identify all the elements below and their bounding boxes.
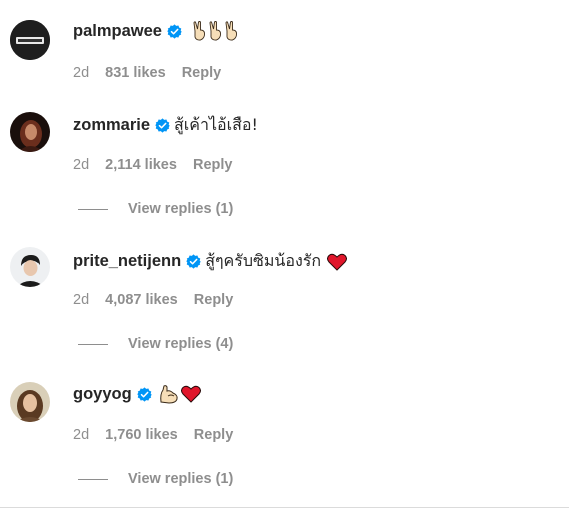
comment-text: สู้เค้าไอ้เสือ! [174,115,258,134]
reply-button[interactable]: Reply [194,427,234,443]
comment-meta: 2d 4,087 likes Reply [73,292,245,308]
comment-time: 2d [73,427,90,443]
likes-count[interactable]: 1,760 likes [105,427,178,443]
comment-time: 2d [73,292,90,308]
view-replies-line [78,478,108,480]
comment-meta: 2d 831 likes Reply [73,65,233,81]
view-replies-label: View replies (4) [128,336,234,352]
verified-badge-icon [137,386,152,402]
likes-count[interactable]: 831 likes [105,65,165,81]
red-heart-emoji-icon [180,385,201,403]
username[interactable]: palmpawee [73,22,162,41]
reply-button[interactable]: Reply [193,157,233,173]
reply-button[interactable]: Reply [194,292,234,308]
avatar[interactable] [10,20,50,60]
reply-button[interactable]: Reply [182,65,222,81]
victory-hand-emoji-icon [192,21,239,41]
avatar[interactable] [10,112,50,152]
comment-meta: 2d 1,760 likes Reply [73,427,245,443]
view-replies-line [78,208,108,210]
verified-badge-icon [155,118,170,133]
view-replies-button[interactable]: View replies (1) [78,201,233,217]
divider [0,507,569,508]
comment-time: 2d [73,157,90,173]
comment-header: prite_netijenn สู้ๆครับซิมน้องรัก [73,249,348,274]
comment-header: zommarie สู้เค้าไอ้เสือ! [73,113,258,138]
red-heart-emoji-icon [327,253,348,271]
likes-count[interactable]: 2,114 likes [105,157,177,173]
likes-count[interactable]: 4,087 likes [105,292,178,308]
comment-header: goyyog [73,384,201,404]
view-replies-button[interactable]: View replies (1) [78,471,233,487]
view-replies-line [78,343,108,345]
username[interactable]: zommarie [73,116,150,135]
comment-meta: 2d 2,114 likes Reply [73,157,244,173]
verified-badge-icon [167,23,182,39]
view-replies-button[interactable]: View replies (4) [78,336,233,352]
avatar[interactable] [10,247,50,287]
comment-header: palmpawee [73,21,239,41]
verified-badge-icon [186,254,201,269]
comment-time: 2d [73,65,90,81]
flexed-bicep-emoji-icon [159,385,178,404]
view-replies-label: View replies (1) [128,471,234,487]
username[interactable]: prite_netijenn [73,252,181,271]
avatar[interactable] [10,382,50,422]
comment-text: สู้ๆครับซิมน้องรัก [205,251,322,270]
username[interactable]: goyyog [73,385,132,404]
view-replies-label: View replies (1) [128,201,234,217]
